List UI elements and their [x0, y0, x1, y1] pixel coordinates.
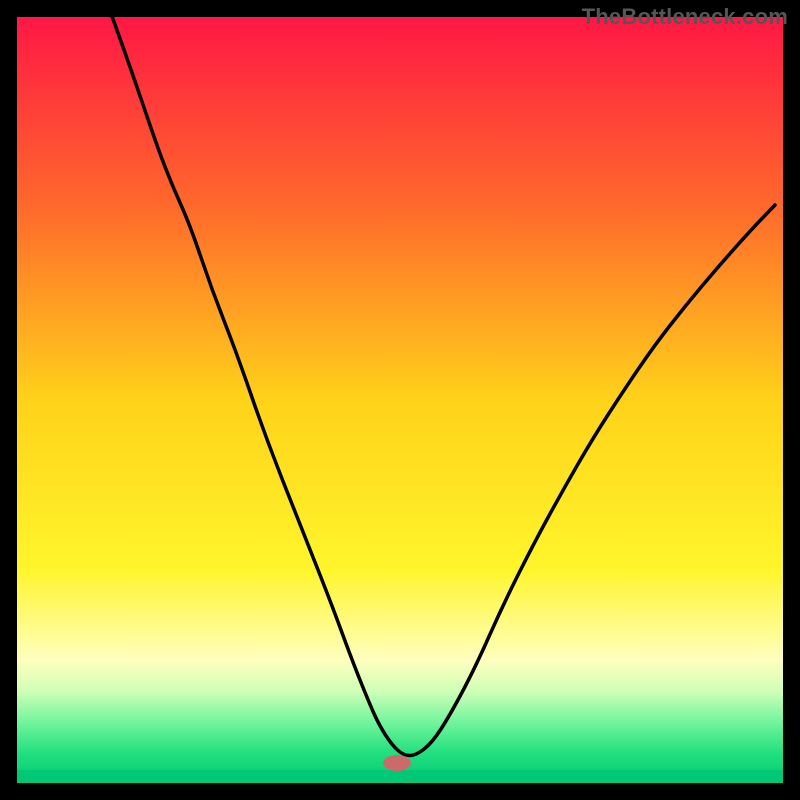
chart-canvas: TheBottleneck.com [0, 0, 800, 800]
chart-background [17, 17, 783, 783]
chart-baseline [17, 770, 783, 783]
chart-marker [383, 755, 411, 771]
watermark-text: TheBottleneck.com [582, 4, 788, 30]
chart-svg [0, 0, 800, 800]
